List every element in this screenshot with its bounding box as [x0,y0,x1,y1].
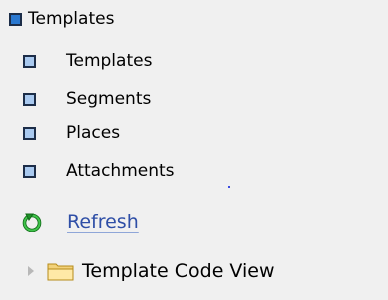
folder-icon [47,263,74,281]
tree-item-label: Template Code View [82,260,275,282]
tree-item-label: Templates [66,51,153,71]
tree-item-templates[interactable]: Templates [23,47,152,75]
refresh-link[interactable]: Refresh [22,209,139,235]
blue-square-icon [9,12,22,26]
tree-item-label: Segments [66,89,152,109]
tree-item-label: Templates [28,9,115,29]
tree-item-places[interactable]: Places [23,119,120,147]
refresh-label: Refresh [67,211,139,233]
light-blue-square-icon [23,92,36,106]
tree-item-label: Places [66,123,121,143]
tree-item-segments[interactable]: Segments [23,85,151,113]
light-blue-square-icon [23,54,36,68]
collapsed-triangle-icon[interactable] [28,266,34,276]
templates-panel: Templates Templates Segments Places Atta… [0,0,388,300]
tree-item-template-code-view[interactable]: Template Code View [28,257,275,285]
stray-pixel-dot [228,186,230,188]
light-blue-square-icon [23,126,36,140]
tree-item-attachments[interactable]: Attachments [23,157,175,185]
light-blue-square-icon [23,164,36,178]
refresh-icon [22,213,42,232]
tree-item-templates-root[interactable]: Templates [9,5,114,33]
tree-item-label: Attachments [66,161,175,181]
